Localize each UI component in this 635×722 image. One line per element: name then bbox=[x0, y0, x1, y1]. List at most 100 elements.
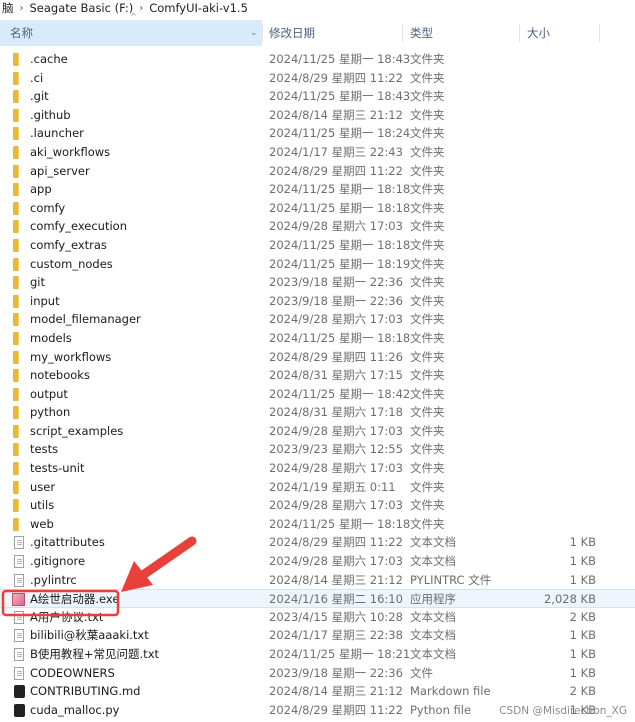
file-date: 2024/11/25 星期一 18:43 bbox=[269, 52, 411, 66]
file-name: models bbox=[30, 330, 72, 345]
file-size bbox=[519, 385, 596, 404]
file-row[interactable]: CONTRIBUTING.md 2024/8/14 星期三 21:12 Markdo… bbox=[0, 682, 635, 701]
column-type-header[interactable]: 类型 bbox=[402, 20, 519, 46]
text-file-icon bbox=[14, 629, 24, 643]
file-row[interactable]: web 2024/11/25 星期一 18:18 文件夹 bbox=[0, 515, 635, 534]
file-row[interactable]: my_workflows 2024/8/29 星期四 11:26 文件夹 bbox=[0, 348, 635, 367]
file-row[interactable]: utils 2024/9/28 星期六 17:03 文件夹 bbox=[0, 496, 635, 515]
file-name: A绘世启动器.exe bbox=[30, 592, 120, 607]
file-size: 2 KB bbox=[569, 609, 596, 624]
file-row[interactable]: tests-unit 2024/9/28 星期六 17:03 文件夹 bbox=[0, 459, 635, 478]
folder-icon bbox=[13, 71, 19, 85]
column-name-header[interactable]: 名称 ^ ⌄ bbox=[0, 12, 262, 46]
file-row[interactable]: python 2024/8/31 星期六 17:18 文件夹 bbox=[0, 403, 635, 422]
file-name: custom_nodes bbox=[30, 256, 113, 271]
breadcrumb-item[interactable]: Seagate Basic (F:) bbox=[28, 1, 136, 15]
sort-ascending-icon: ^ bbox=[130, 12, 137, 21]
file-row[interactable]: tests 2023/9/23 星期六 12:55 文件夹 bbox=[0, 440, 635, 459]
file-row[interactable]: script_examples 2024/9/28 星期六 17:03 文件夹 bbox=[0, 422, 635, 441]
file-name: aki_workflows bbox=[30, 144, 111, 159]
file-row[interactable]: B使用教程+常见问题.txt 2024/11/25 星期一 18:21 文本文档 1 … bbox=[0, 645, 635, 664]
file-row[interactable]: .ci 2024/8/29 星期四 11:22 文件夹 bbox=[0, 69, 635, 88]
file-size: 1 KB bbox=[569, 554, 596, 569]
file-row[interactable]: A绘世启动器.exe 2024/1/16 星期二 16:10 应用程序 2,028 K… bbox=[0, 589, 635, 608]
file-type: 文件夹 bbox=[410, 405, 445, 420]
file-row[interactable]: CODEOWNERS 2023/9/18 星期一 22:36 文件 1 KB bbox=[0, 664, 635, 683]
column-date-header[interactable]: 修改日期 bbox=[262, 20, 402, 46]
breadcrumb-item[interactable]: 脑 bbox=[0, 0, 16, 16]
file-size bbox=[519, 440, 596, 459]
file-size bbox=[519, 273, 596, 292]
file-size bbox=[519, 87, 596, 106]
file-type: 文件夹 bbox=[410, 442, 445, 457]
folder-icon bbox=[13, 424, 19, 438]
file-date: 2023/9/23 星期六 12:55 bbox=[269, 442, 403, 457]
file-size: 2,028 KB bbox=[543, 592, 596, 607]
file-row[interactable]: comfy_execution 2024/9/28 星期六 17:03 文件夹 bbox=[0, 217, 635, 236]
file-name: user bbox=[30, 479, 56, 494]
file-name: notebooks bbox=[30, 368, 90, 383]
file-date: 2024/9/28 星期六 17:03 bbox=[269, 219, 403, 234]
breadcrumb-item[interactable]: ComfyUI-aki-v1.5 bbox=[147, 1, 250, 15]
file-type: 文件夹 bbox=[410, 423, 445, 438]
file-list: .cache 2024/11/25 星期一 18:43 文件夹 .ci 2024/8/2… bbox=[0, 50, 635, 719]
file-size bbox=[519, 348, 596, 367]
folder-icon bbox=[13, 480, 19, 494]
folder-icon bbox=[13, 108, 19, 122]
file-date: 2024/9/28 星期六 17:03 bbox=[269, 498, 403, 513]
file-row[interactable]: app 2024/11/25 星期一 18:18 文件夹 bbox=[0, 180, 635, 199]
folder-icon bbox=[13, 294, 19, 308]
file-date: 2023/4/15 星期六 10:28 bbox=[269, 609, 403, 624]
file-row[interactable]: comfy 2024/11/25 星期一 18:18 文件夹 bbox=[0, 199, 635, 218]
file-date: 2024/1/19 星期五 0:11 bbox=[269, 479, 396, 494]
file-name: .cache bbox=[30, 52, 68, 66]
column-size-header[interactable]: 大小 bbox=[519, 20, 599, 46]
text-file-icon bbox=[14, 610, 24, 624]
file-row[interactable]: .launcher 2024/11/25 星期一 18:24 文件夹 bbox=[0, 124, 635, 143]
file-row[interactable]: bilibili@秋葉aaaki.txt 2024/1/17 星期三 22:38 文… bbox=[0, 626, 635, 645]
column-type-label: 类型 bbox=[410, 26, 433, 40]
column-divider[interactable] bbox=[599, 24, 600, 42]
file-type: 文本文档 bbox=[410, 554, 456, 569]
file-size: 1 KB bbox=[569, 535, 596, 550]
folder-icon bbox=[13, 499, 19, 513]
folder-icon bbox=[13, 127, 19, 141]
file-type: 文件夹 bbox=[410, 163, 445, 178]
file-date: 2024/11/25 星期一 18:18 bbox=[269, 182, 411, 197]
file-icon bbox=[14, 666, 24, 680]
file-row[interactable]: .gitignore 2024/9/28 星期六 17:03 文本文档 1 KB bbox=[0, 552, 635, 571]
file-row[interactable]: .gitattributes 2024/8/29 星期四 11:22 文本文档 1 K… bbox=[0, 533, 635, 552]
file-row[interactable]: A用户协议.txt 2023/4/15 星期六 10:28 文本文档 2 KB bbox=[0, 608, 635, 627]
chevron-right-icon[interactable]: › bbox=[135, 3, 147, 14]
file-size bbox=[519, 143, 596, 162]
file-row[interactable]: input 2023/9/18 星期一 22:36 文件夹 bbox=[0, 292, 635, 311]
file-row[interactable]: .pylintrc 2024/8/14 星期三 21:12 PYLINTRC 文件 1… bbox=[0, 571, 635, 590]
folder-icon bbox=[13, 443, 19, 457]
file-date: 2024/8/29 星期四 11:22 bbox=[269, 70, 403, 85]
file-type: 文本文档 bbox=[410, 647, 456, 661]
file-type: PYLINTRC 文件 bbox=[410, 572, 492, 587]
file-size: 1 KB bbox=[569, 665, 596, 680]
file-size bbox=[519, 478, 596, 497]
folder-icon bbox=[13, 350, 19, 364]
file-row[interactable]: custom_nodes 2024/11/25 星期一 18:19 文件夹 bbox=[0, 255, 635, 274]
file-date: 2024/11/25 星期一 18:42 bbox=[269, 386, 411, 401]
folder-icon bbox=[13, 238, 19, 252]
chevron-down-icon[interactable]: ⌄ bbox=[250, 20, 258, 46]
file-name: cuda_malloc.py bbox=[30, 702, 120, 717]
file-row[interactable]: model_filemanager 2024/9/28 星期六 17:03 文件夹 bbox=[0, 310, 635, 329]
file-row[interactable]: .git 2024/11/25 星期一 18:43 文件夹 bbox=[0, 87, 635, 106]
file-row[interactable]: models 2024/11/25 星期一 18:18 文件夹 bbox=[0, 329, 635, 348]
file-row[interactable]: git 2023/9/18 星期一 22:36 文件夹 bbox=[0, 273, 635, 292]
file-size bbox=[519, 459, 596, 478]
file-type: 文件夹 bbox=[410, 89, 445, 104]
file-row[interactable]: .github 2024/8/14 星期三 21:12 文件夹 bbox=[0, 106, 635, 125]
file-row[interactable]: comfy_extras 2024/11/25 星期一 18:18 文件夹 bbox=[0, 236, 635, 255]
file-row[interactable]: notebooks 2024/8/31 星期六 17:15 文件夹 bbox=[0, 366, 635, 385]
file-row[interactable]: .cache 2024/11/25 星期一 18:43 文件夹 bbox=[0, 50, 635, 69]
file-row[interactable]: aki_workflows 2024/1/17 星期三 22:43 文件夹 bbox=[0, 143, 635, 162]
file-row[interactable]: api_server 2024/8/29 星期四 11:22 文件夹 bbox=[0, 162, 635, 181]
chevron-right-icon[interactable]: › bbox=[16, 3, 28, 14]
file-row[interactable]: user 2024/1/19 星期五 0:11 文件夹 bbox=[0, 478, 635, 497]
file-row[interactable]: output 2024/11/25 星期一 18:42 文件夹 bbox=[0, 385, 635, 404]
